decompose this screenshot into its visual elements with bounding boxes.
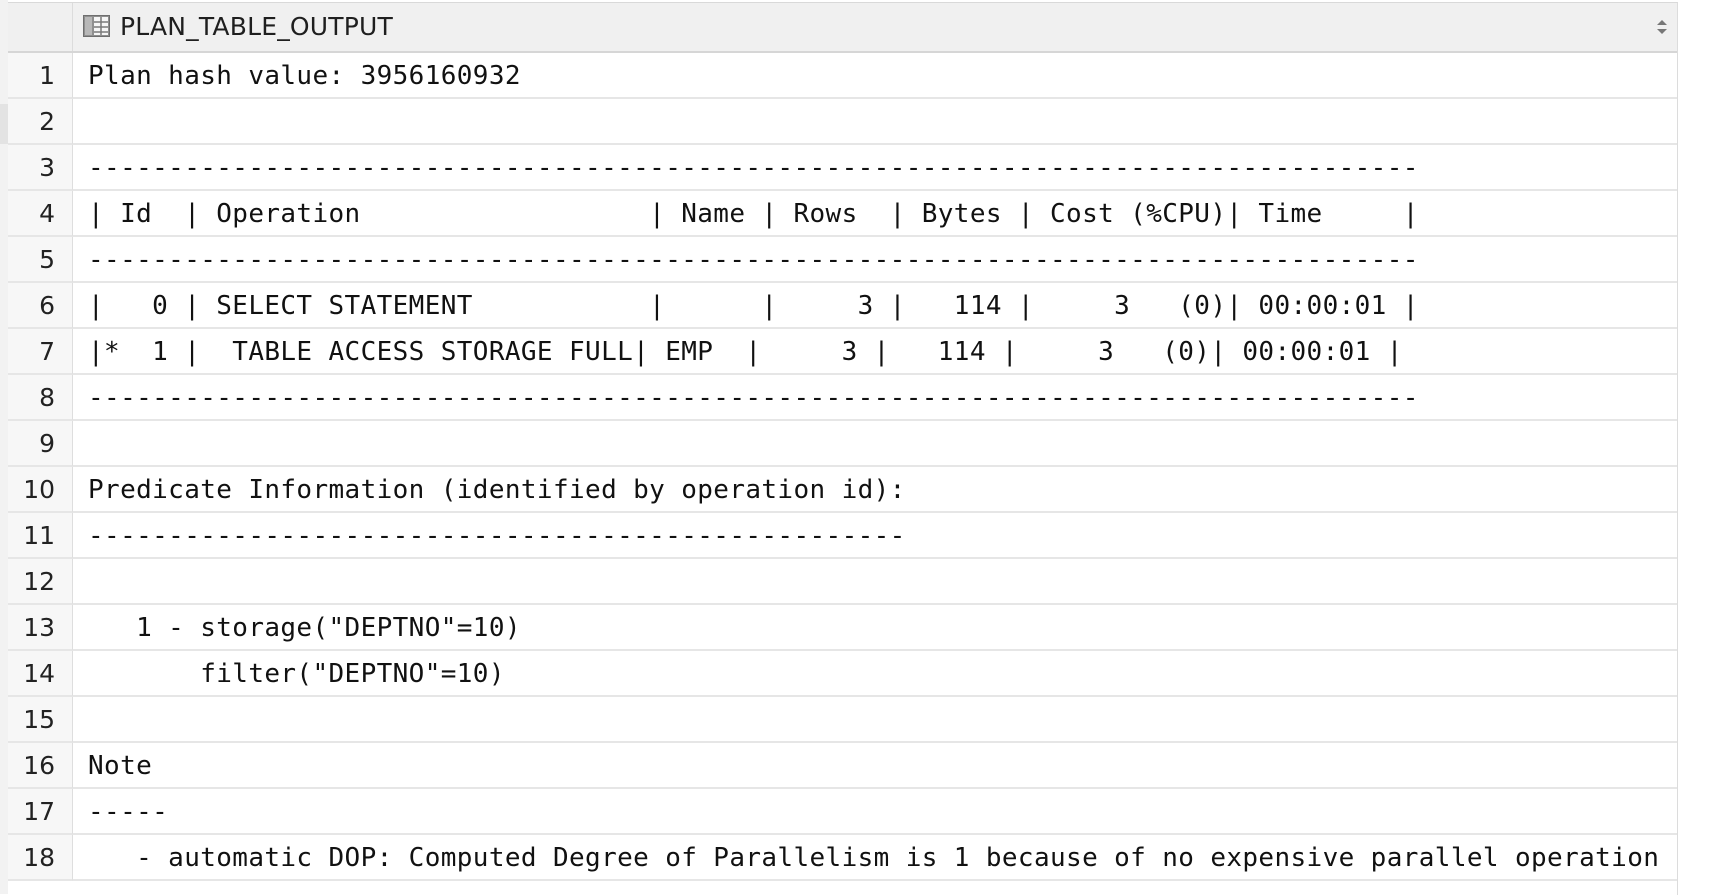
plan-output-cell[interactable]: |* 1 | TABLE ACCESS STORAGE FULL| EMP | … <box>73 329 1677 375</box>
plan-output-cell[interactable] <box>73 421 1677 467</box>
plan-output-text: ----------------------------------------… <box>88 153 1419 183</box>
plan-output-cell[interactable] <box>73 99 1677 145</box>
table-column-icon <box>83 15 110 37</box>
result-grid[interactable]: PLAN_TABLE_OUTPUT 1 Plan hash value: 395… <box>8 2 1678 895</box>
left-margin <box>0 0 8 894</box>
plan-output-text: filter("DEPTNO"=10) <box>88 659 505 689</box>
row-number: 3 <box>8 145 73 191</box>
table-row[interactable]: 6 | 0 | SELECT STATEMENT | | 3 | 114 | 3… <box>8 283 1677 329</box>
row-number: 17 <box>8 789 73 835</box>
table-row[interactable]: 8 --------------------------------------… <box>8 375 1677 421</box>
row-number: 2 <box>8 99 73 145</box>
grid-header: PLAN_TABLE_OUTPUT <box>8 3 1677 53</box>
plan-output-cell[interactable]: ----------------------------------------… <box>73 375 1677 421</box>
table-row[interactable]: 3 --------------------------------------… <box>8 145 1677 191</box>
plan-output-text: Predicate Information (identified by ope… <box>88 475 906 505</box>
plan-output-text: ----------------------------------------… <box>88 521 906 551</box>
row-number: 5 <box>8 237 73 283</box>
row-number: 16 <box>8 743 73 789</box>
plan-output-text: 1 - storage("DEPTNO"=10) <box>88 613 521 643</box>
grid-rows: 1 Plan hash value: 3956160932 2 3 ------… <box>8 53 1677 881</box>
row-number: 10 <box>8 467 73 513</box>
plan-output-text: Plan hash value: 3956160932 <box>88 61 521 91</box>
plan-output-cell[interactable]: Predicate Information (identified by ope… <box>73 467 1677 513</box>
row-number: 4 <box>8 191 73 237</box>
plan-output-cell[interactable]: Plan hash value: 3956160932 <box>73 53 1677 99</box>
plan-output-text: Note <box>88 751 153 781</box>
table-row[interactable]: 15 <box>8 697 1677 743</box>
table-row[interactable]: 12 <box>8 559 1677 605</box>
table-row[interactable]: 7 |* 1 | TABLE ACCESS STORAGE FULL| EMP … <box>8 329 1677 375</box>
plan-output-cell[interactable]: | 0 | SELECT STATEMENT | | 3 | 114 | 3 (… <box>73 283 1677 329</box>
table-row[interactable]: 18 - automatic DOP: Computed Degree of P… <box>8 835 1677 881</box>
table-row[interactable]: 10 Predicate Information (identified by … <box>8 467 1677 513</box>
plan-output-text: | Id | Operation | Name | Rows | Bytes |… <box>88 199 1419 229</box>
table-row[interactable]: 9 <box>8 421 1677 467</box>
plan-output-cell[interactable] <box>73 697 1677 743</box>
table-row[interactable]: 17 ----- <box>8 789 1677 835</box>
table-row[interactable]: 2 <box>8 99 1677 145</box>
plan-output-text: ----------------------------------------… <box>88 383 1419 413</box>
table-row[interactable]: 14 filter("DEPTNO"=10) <box>8 651 1677 697</box>
plan-output-cell[interactable]: | Id | Operation | Name | Rows | Bytes |… <box>73 191 1677 237</box>
table-row[interactable]: 13 1 - storage("DEPTNO"=10) <box>8 605 1677 651</box>
table-row[interactable]: 11 -------------------------------------… <box>8 513 1677 559</box>
row-number: 6 <box>8 283 73 329</box>
row-number: 18 <box>8 835 73 881</box>
table-row[interactable]: 5 --------------------------------------… <box>8 237 1677 283</box>
table-row[interactable]: 16 Note <box>8 743 1677 789</box>
row-number: 9 <box>8 421 73 467</box>
row-number: 14 <box>8 651 73 697</box>
plan-output-text: ----- <box>88 797 169 827</box>
table-row[interactable]: 4 | Id | Operation | Name | Rows | Bytes… <box>8 191 1677 237</box>
plan-output-cell[interactable]: ----- <box>73 789 1677 835</box>
plan-output-text: ----------------------------------------… <box>88 245 1419 275</box>
row-number: 11 <box>8 513 73 559</box>
row-number: 8 <box>8 375 73 421</box>
margin-marker <box>0 104 8 144</box>
row-number: 12 <box>8 559 73 605</box>
row-number: 15 <box>8 697 73 743</box>
plan-output-cell[interactable]: ----------------------------------------… <box>73 237 1677 283</box>
plan-output-cell[interactable]: ----------------------------------------… <box>73 513 1677 559</box>
query-result-view: PLAN_TABLE_OUTPUT 1 Plan hash value: 395… <box>0 0 1728 895</box>
row-number-header <box>8 3 73 51</box>
plan-output-cell[interactable]: 1 - storage("DEPTNO"=10) <box>73 605 1677 651</box>
table-row[interactable]: 1 Plan hash value: 3956160932 <box>8 53 1677 99</box>
column-header-plan-table-output[interactable]: PLAN_TABLE_OUTPUT <box>73 3 1677 51</box>
plan-output-cell[interactable]: Note <box>73 743 1677 789</box>
plan-output-text: - automatic DOP: Computed Degree of Para… <box>88 843 1660 873</box>
row-number: 7 <box>8 329 73 375</box>
row-number: 13 <box>8 605 73 651</box>
plan-output-text: |* 1 | TABLE ACCESS STORAGE FULL| EMP | … <box>88 337 1403 367</box>
plan-output-text: | 0 | SELECT STATEMENT | | 3 | 114 | 3 (… <box>88 291 1419 321</box>
row-number: 1 <box>8 53 73 99</box>
sort-icon[interactable] <box>1655 17 1669 37</box>
plan-output-cell[interactable]: ----------------------------------------… <box>73 145 1677 191</box>
plan-output-cell[interactable] <box>73 559 1677 605</box>
column-title: PLAN_TABLE_OUTPUT <box>120 12 393 41</box>
plan-output-cell[interactable]: filter("DEPTNO"=10) <box>73 651 1677 697</box>
plan-output-cell[interactable]: - automatic DOP: Computed Degree of Para… <box>73 835 1677 881</box>
